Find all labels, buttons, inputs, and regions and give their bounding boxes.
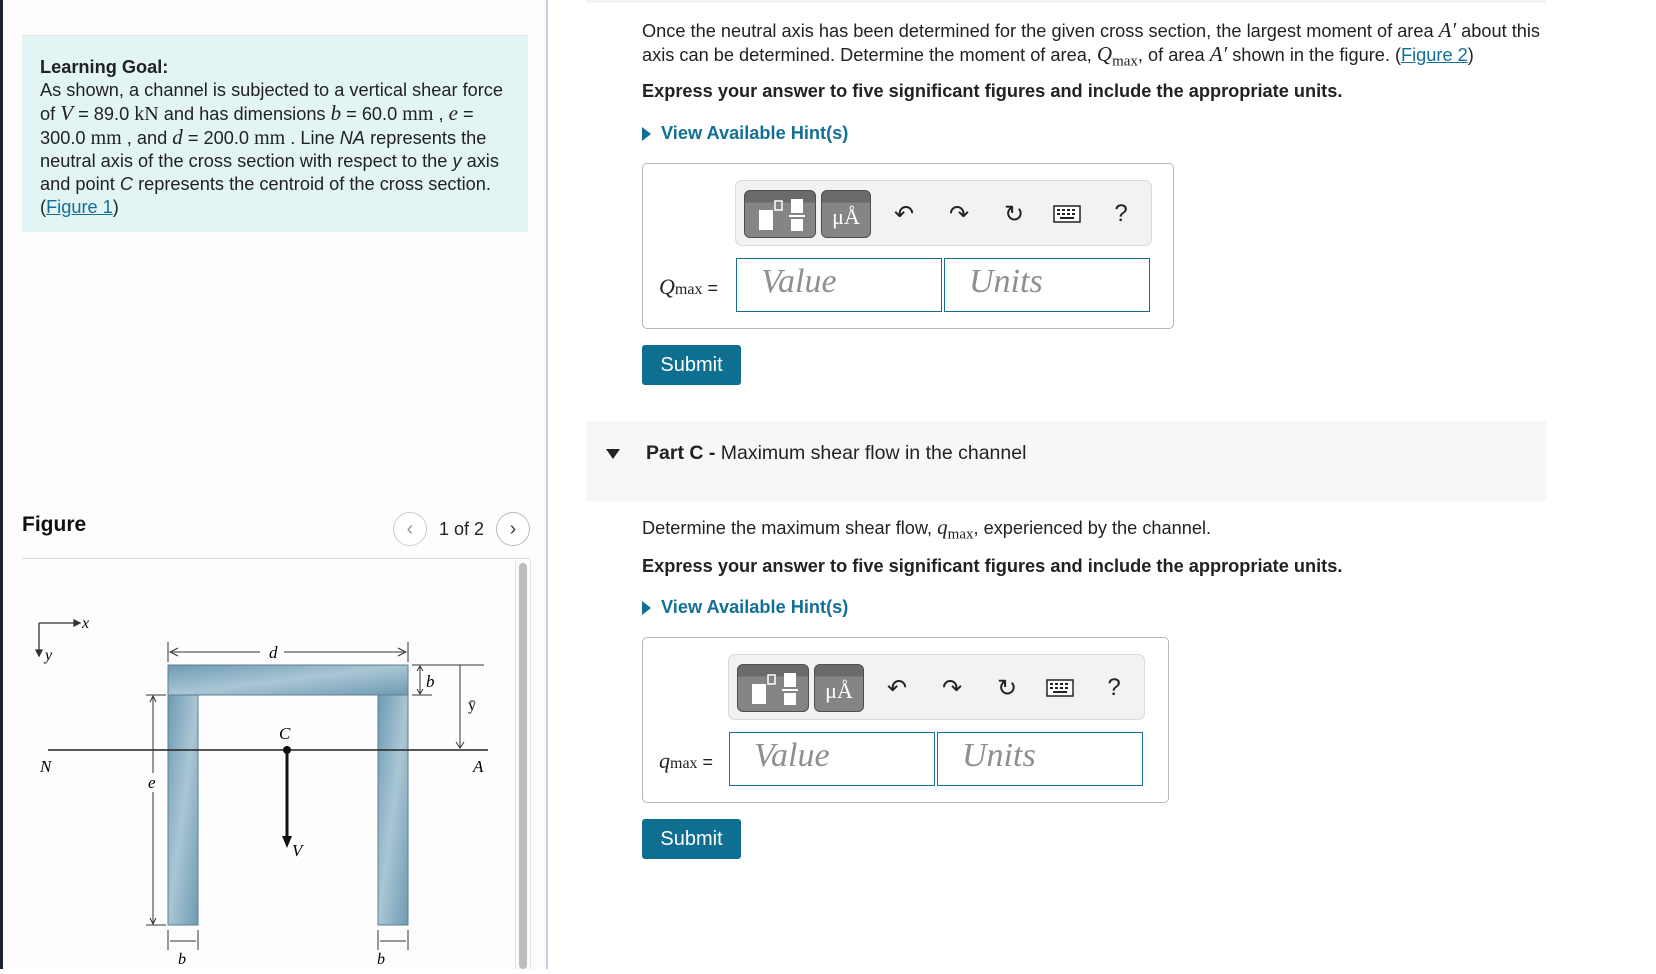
help-icon: ? [1114, 200, 1128, 227]
C-label: C [279, 724, 291, 743]
ybar-label: ȳ [468, 697, 476, 714]
help-button[interactable]: ? [1099, 673, 1129, 703]
learning-goal-box: Learning Goal: As shown, a channel is su… [22, 35, 528, 232]
learning-goal-title: Learning Goal: [40, 57, 169, 77]
math-toolbar: μÅ ↶ ↷ ↻ ? [728, 654, 1145, 720]
units-icon: μÅ [825, 678, 853, 703]
right-panel: Once the neutral axis has been determine… [548, 0, 1656, 969]
units-input[interactable]: Units [944, 258, 1150, 312]
figure-scrollbar-thumb[interactable] [519, 563, 527, 969]
redo-button[interactable]: ↷ [937, 673, 967, 703]
help-icon: ? [1107, 674, 1121, 701]
keyboard-button[interactable] [1045, 673, 1075, 703]
help-button[interactable]: ? [1106, 199, 1136, 229]
math-toolbar: μÅ ↶ ↷ ↻ ? [735, 180, 1152, 246]
undo-button[interactable]: ↶ [882, 673, 912, 703]
channel-right-web [377, 694, 409, 926]
channel-cross-section-diagram: x y d b ȳ N A C V e b b [34, 615, 488, 968]
reset-button[interactable]: ↻ [992, 673, 1022, 703]
b-label: b [426, 672, 435, 691]
q-max-label: Qmax = [659, 274, 718, 299]
part-c-hint-toggle[interactable]: View Available Hint(s) [642, 597, 848, 618]
b-bottom-dimensions [167, 930, 409, 950]
d-label: d [269, 643, 278, 662]
part-b-instruction: Express your answer to five significant … [642, 81, 1343, 101]
learning-goal-text: As shown, a channel is subjected to a ve… [40, 80, 504, 217]
e-label: e [148, 773, 156, 792]
reset-button[interactable]: ↻ [999, 199, 1029, 229]
keyboard-icon [1053, 205, 1081, 223]
value-input[interactable]: Value [729, 732, 935, 786]
fraction-templates-icon [759, 199, 805, 231]
figure-scrollbar[interactable] [515, 560, 531, 969]
part-c-title: Part C - Maximum shear flow in the chann… [646, 442, 1027, 464]
e-dimension [146, 694, 166, 926]
undo-button[interactable]: ↶ [889, 199, 919, 229]
reset-icon: ↻ [1003, 200, 1025, 228]
axes-icon [34, 618, 82, 658]
N-label: N [39, 757, 53, 776]
part-b-answer-box: μÅ ↶ ↷ ↻ ? Qmax = Value Units [642, 163, 1174, 329]
V-label: V [292, 841, 305, 860]
redo-button[interactable]: ↷ [944, 199, 974, 229]
next-figure-button[interactable]: › [496, 512, 530, 546]
part-c-question: Determine the maximum shear flow, qmax, … [642, 515, 1212, 543]
q-max-flow-label: qmax = [659, 748, 714, 773]
reset-icon: ↻ [996, 674, 1018, 702]
expand-triangle-icon [642, 600, 651, 615]
figure-image: x y d b ȳ N A C V e b b [22, 560, 512, 969]
hint-label: View Available Hint(s) [661, 123, 849, 143]
collapse-caret-icon [606, 449, 620, 459]
units-button[interactable]: μÅ [814, 664, 864, 712]
templates-button[interactable] [737, 664, 809, 712]
expand-triangle-icon [642, 126, 651, 141]
part-b-question: Once the neutral axis has been determine… [642, 18, 1540, 70]
prev-figure-button[interactable]: ‹ [392, 512, 427, 546]
channel-flange [167, 664, 409, 696]
hint-label: View Available Hint(s) [661, 597, 849, 617]
part-c-answer-box: μÅ ↶ ↷ ↻ ? qmax = Value Units [642, 637, 1169, 803]
channel-left-web [167, 694, 199, 926]
undo-icon: ↶ [893, 200, 915, 228]
A-label: A [472, 757, 484, 776]
figure-header: Figure ‹ 1 of 2 › [22, 508, 530, 559]
chevron-left-icon: ‹ [406, 517, 414, 540]
undo-icon: ↶ [886, 674, 908, 702]
figure-page-count: 1 of 2 [438, 518, 484, 539]
templates-button[interactable] [744, 190, 816, 238]
part-c-instruction: Express your answer to five significant … [642, 556, 1343, 576]
y-axis-label: y [43, 647, 53, 664]
b-right-label: b [377, 951, 385, 968]
previous-section-strip [586, 0, 1546, 3]
keyboard-icon [1046, 679, 1074, 697]
units-button[interactable]: μÅ [821, 190, 871, 238]
x-axis-label: x [81, 615, 89, 632]
redo-icon: ↷ [948, 200, 970, 228]
left-panel: Learning Goal: As shown, a channel is su… [3, 0, 547, 969]
part-c-header[interactable]: Part C - Maximum shear flow in the chann… [586, 421, 1546, 501]
keyboard-button[interactable] [1052, 199, 1082, 229]
fraction-templates-icon [752, 673, 798, 705]
figure-1-link[interactable]: Figure 1 [46, 197, 113, 217]
d-dimension [167, 642, 409, 662]
units-icon: μÅ [832, 204, 860, 229]
figure-title: Figure [22, 513, 87, 536]
figure-pager: ‹ 1 of 2 › [392, 512, 530, 546]
value-input[interactable]: Value [736, 258, 942, 312]
figure-2-link[interactable]: Figure 2 [1401, 45, 1468, 65]
redo-icon: ↷ [941, 674, 963, 702]
b-left-label: b [178, 951, 186, 968]
units-input[interactable]: Units [937, 732, 1143, 786]
part-c-submit-button[interactable]: Submit [642, 819, 741, 859]
chevron-right-icon: › [509, 517, 517, 540]
part-b-hint-toggle[interactable]: View Available Hint(s) [642, 123, 848, 144]
part-b-submit-button[interactable]: Submit [642, 345, 741, 385]
